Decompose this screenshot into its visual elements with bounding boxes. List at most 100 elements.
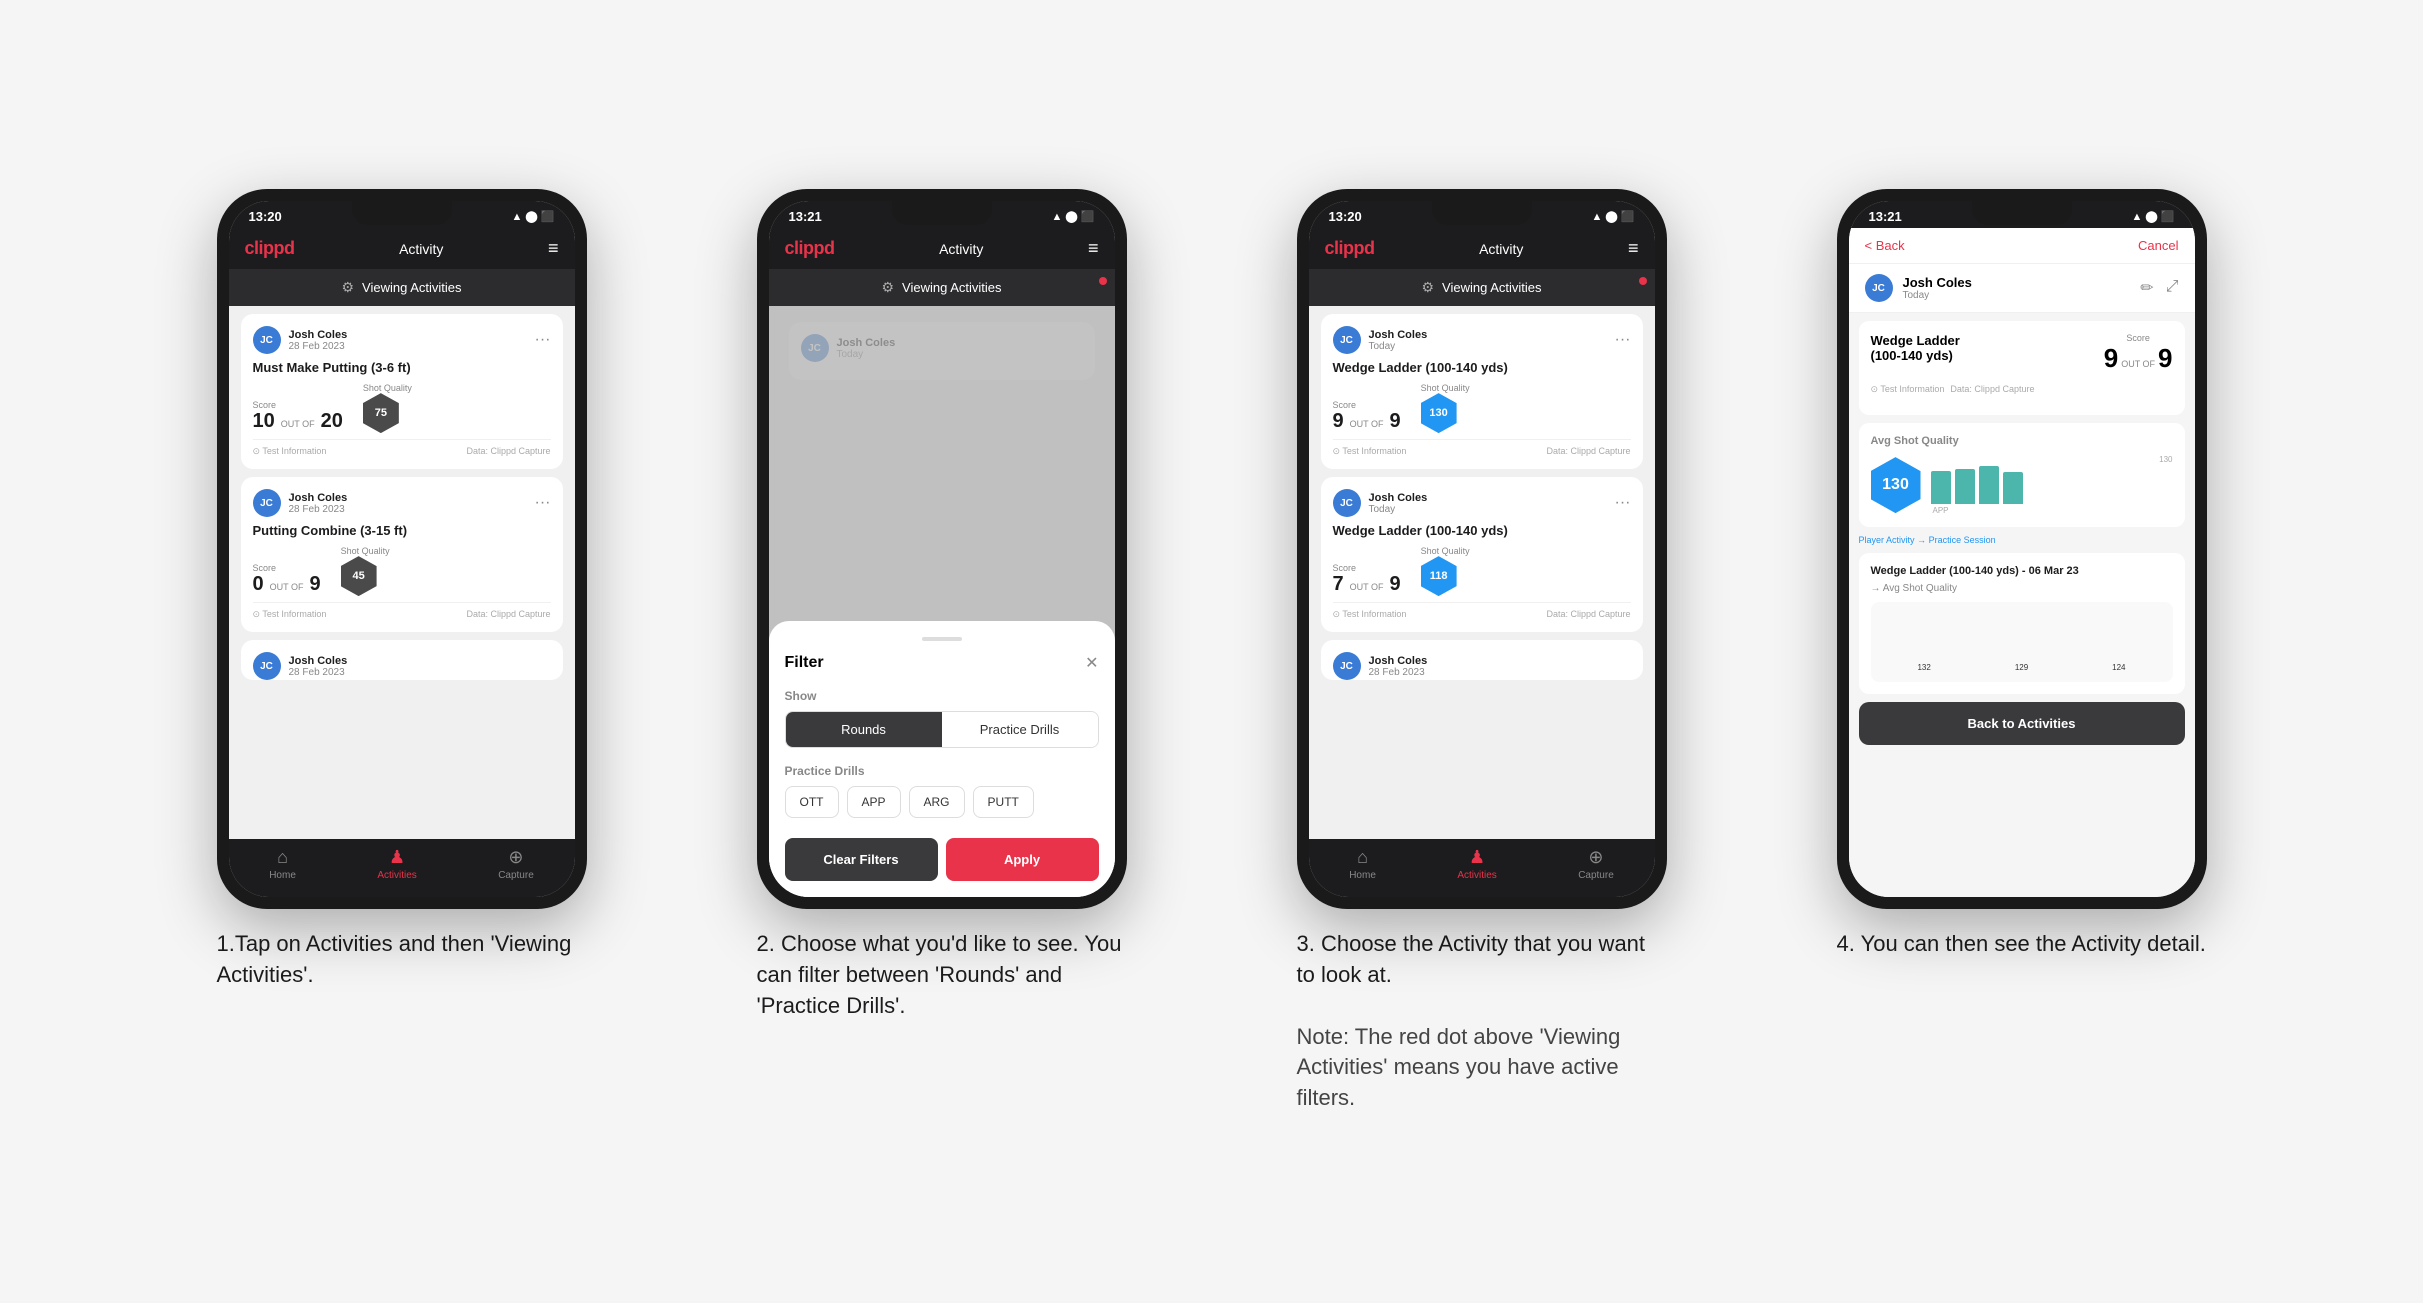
practice-session-label-4: Practice Session <box>1929 535 1996 545</box>
status-icons-1: ▲ ⬤ ⬛ <box>511 210 554 223</box>
viewing-banner-2[interactable]: ⚙ Viewing Activities <box>769 269 1115 306</box>
logo-1: clippd <box>245 238 295 259</box>
chip-putt-2[interactable]: PUTT <box>973 786 1034 818</box>
tab-capture-1[interactable]: ⊕ Capture <box>498 847 534 881</box>
clear-filters-button-2[interactable]: Clear Filters <box>785 838 938 881</box>
tab-home-3[interactable]: ⌂ Home <box>1349 847 1376 881</box>
score-inner-1-1: 10 OUT OF 20 <box>253 410 343 433</box>
status-time-2: 13:21 <box>789 209 822 224</box>
chip-arg-2[interactable]: ARG <box>909 786 965 818</box>
cancel-button-4[interactable]: Cancel <box>2138 238 2178 253</box>
hamburger-icon-3[interactable]: ≡ <box>1628 238 1639 259</box>
step-2-container: 13:21 ▲ ⬤ ⬛ clippd Activity ≡ ⚙ Viewing … <box>702 189 1182 1021</box>
filter-icon-2: ⚙ <box>881 279 894 296</box>
trend-chart-4: 132 129 124 <box>1871 602 2173 682</box>
score-block-3-1: Score 9 OUT OF 9 <box>1333 400 1401 433</box>
sq-label-1-1: Shot Quality <box>363 383 412 393</box>
sub-section-subtitle-4: → Avg Shot Quality <box>1871 583 2173 594</box>
viewing-banner-text-3: Viewing Activities <box>1442 280 1541 295</box>
detail-user-date-4: Today <box>1903 290 1972 301</box>
user-name-3-3: Josh Coles <box>1369 655 1428 667</box>
filter-chip-row-2: OTT APP ARG PUTT <box>785 786 1099 818</box>
activity-title-1-2: Putting Combine (3-15 ft) <box>253 523 551 538</box>
chip-ott-2[interactable]: OTT <box>785 786 839 818</box>
hamburger-icon-1[interactable]: ≡ <box>548 238 559 259</box>
card-footer-1-1: ⊙ Test Information Data: Clippd Capture <box>253 439 551 457</box>
score-label-3-2: Score <box>1333 563 1401 573</box>
close-button-2[interactable]: ✕ <box>1085 653 1098 673</box>
sq-hex-3-1: 130 <box>1421 393 1457 433</box>
user-info-3-1: JC Josh Coles Today <box>1333 326 1428 354</box>
status-time-3: 13:20 <box>1329 209 1362 224</box>
back-to-activities-button-4[interactable]: Back to Activities <box>1859 702 2185 745</box>
apply-button-2[interactable]: Apply <box>946 838 1099 881</box>
hamburger-icon-2[interactable]: ≡ <box>1088 238 1099 259</box>
user-date-3-1: Today <box>1369 341 1428 352</box>
activity-card-1-3[interactable]: JC Josh Coles 28 Feb 2023 <box>241 640 563 680</box>
dots-menu-3-2[interactable]: ··· <box>1615 494 1631 512</box>
dots-menu-3-1[interactable]: ··· <box>1615 331 1631 349</box>
activity-card-3-3[interactable]: JC Josh Coles 28 Feb 2023 <box>1321 640 1643 680</box>
phone-1-screen: 13:20 ▲ ⬤ ⬛ clippd Activity ≡ ⚙ Viewing … <box>229 201 575 897</box>
viewing-banner-3[interactable]: ⚙ Viewing Activities <box>1309 269 1655 306</box>
status-time-1: 13:20 <box>249 209 282 224</box>
activity-title-3-2: Wedge Ladder (100-140 yds) <box>1333 523 1631 538</box>
shots-value-1-2: 9 <box>309 573 320 596</box>
tab-activities-3[interactable]: ♟ Activities <box>1457 847 1496 881</box>
user-name-1-2: Josh Coles <box>289 492 348 504</box>
home-icon-1: ⌂ <box>277 847 288 868</box>
user-date-1-2: 28 Feb 2023 <box>289 504 348 515</box>
chart-max-label-4: 130 <box>1931 455 2173 464</box>
tab-home-1[interactable]: ⌂ Home <box>269 847 296 881</box>
info-right-1-2: Data: Clippd Capture <box>466 609 550 620</box>
activity-card-1-2[interactable]: JC Josh Coles 28 Feb 2023 ··· Putting Co… <box>241 477 563 632</box>
user-name-1-1: Josh Coles <box>289 329 348 341</box>
bar-1-4 <box>1931 471 1951 504</box>
caption-2: 2. Choose what you'd like to see. You ca… <box>757 929 1127 1021</box>
filter-modal-2[interactable]: Filter ✕ Show Rounds Practice Drills Pra… <box>769 621 1115 897</box>
bar-label-app-4: APP <box>1931 506 1951 515</box>
step-3-container: 13:20 ▲ ⬤ ⬛ clippd Activity ≡ ⚙ Viewing … <box>1242 189 1722 1114</box>
expand-icon-4[interactable]: ⤢ <box>2166 278 2179 298</box>
rounds-toggle-2[interactable]: Rounds <box>786 712 942 747</box>
back-button-4[interactable]: < Back <box>1865 238 1905 253</box>
activity-card-1-1[interactable]: JC Josh Coles 28 Feb 2023 ··· Must Make … <box>241 314 563 469</box>
red-dot-3 <box>1639 277 1647 285</box>
shots-value-3-1: 9 <box>1389 410 1400 433</box>
activity-card-3-2[interactable]: JC Josh Coles Today ··· Wedge Ladder (10… <box>1321 477 1643 632</box>
info-left-3-2: ⊙ Test Information <box>1333 609 1407 620</box>
header-title-3: Activity <box>1479 241 1523 257</box>
practice-drills-toggle-2[interactable]: Practice Drills <box>942 712 1098 747</box>
card-header-1-3: JC Josh Coles 28 Feb 2023 <box>253 652 551 680</box>
tab-activities-1[interactable]: ♟ Activities <box>377 847 416 881</box>
shots-value-1-1: 20 <box>321 410 343 433</box>
score-value-1-2: 0 <box>253 573 264 596</box>
bar-labels-4: APP <box>1931 506 2173 515</box>
stats-row-1-1: Score 10 OUT OF 20 Shot Quality 75 <box>253 383 551 433</box>
activities-icon-1: ♟ <box>389 847 405 868</box>
dots-menu-1-2[interactable]: ··· <box>535 494 551 512</box>
score-block-3-2: Score 7 OUT OF 9 <box>1333 563 1401 596</box>
tab-capture-3[interactable]: ⊕ Capture <box>1578 847 1614 881</box>
info-right-3-1: Data: Clippd Capture <box>1546 446 1630 457</box>
activity-list-1: JC Josh Coles 28 Feb 2023 ··· Must Make … <box>229 306 575 839</box>
arrow-sep-4: → <box>1917 535 1929 545</box>
edit-icon-4[interactable]: ✏ <box>2140 278 2153 298</box>
activity-card-3-1[interactable]: JC Josh Coles Today ··· Wedge Ladder (10… <box>1321 314 1643 469</box>
dots-menu-1-1[interactable]: ··· <box>535 331 551 349</box>
avatar-4: JC <box>1865 274 1893 302</box>
phone-2-frame: 13:21 ▲ ⬤ ⬛ clippd Activity ≡ ⚙ Viewing … <box>757 189 1127 909</box>
card-footer-3-1: ⊙ Test Information Data: Clippd Capture <box>1333 439 1631 457</box>
header-title-2: Activity <box>939 241 983 257</box>
viewing-banner-1[interactable]: ⚙ Viewing Activities <box>229 269 575 306</box>
status-icons-2: ▲ ⬤ ⬛ <box>1051 210 1094 223</box>
step-4-container: 13:21 ▲ ⬤ ⬛ < Back Cancel JC Josh Coles … <box>1782 189 2262 960</box>
score-label-1-1: Score <box>253 400 343 410</box>
sq-hex-1-1: 75 <box>363 393 399 433</box>
player-activity-label-4: Player Activity <box>1859 535 1915 545</box>
tab-bar-1: ⌂ Home ♟ Activities ⊕ Capture <box>229 839 575 897</box>
chip-app-2[interactable]: APP <box>847 786 901 818</box>
sq-hex-1-2: 45 <box>341 556 377 596</box>
avatar-1-3: JC <box>253 652 281 680</box>
sq-block-3-1: Shot Quality 130 <box>1421 383 1470 433</box>
